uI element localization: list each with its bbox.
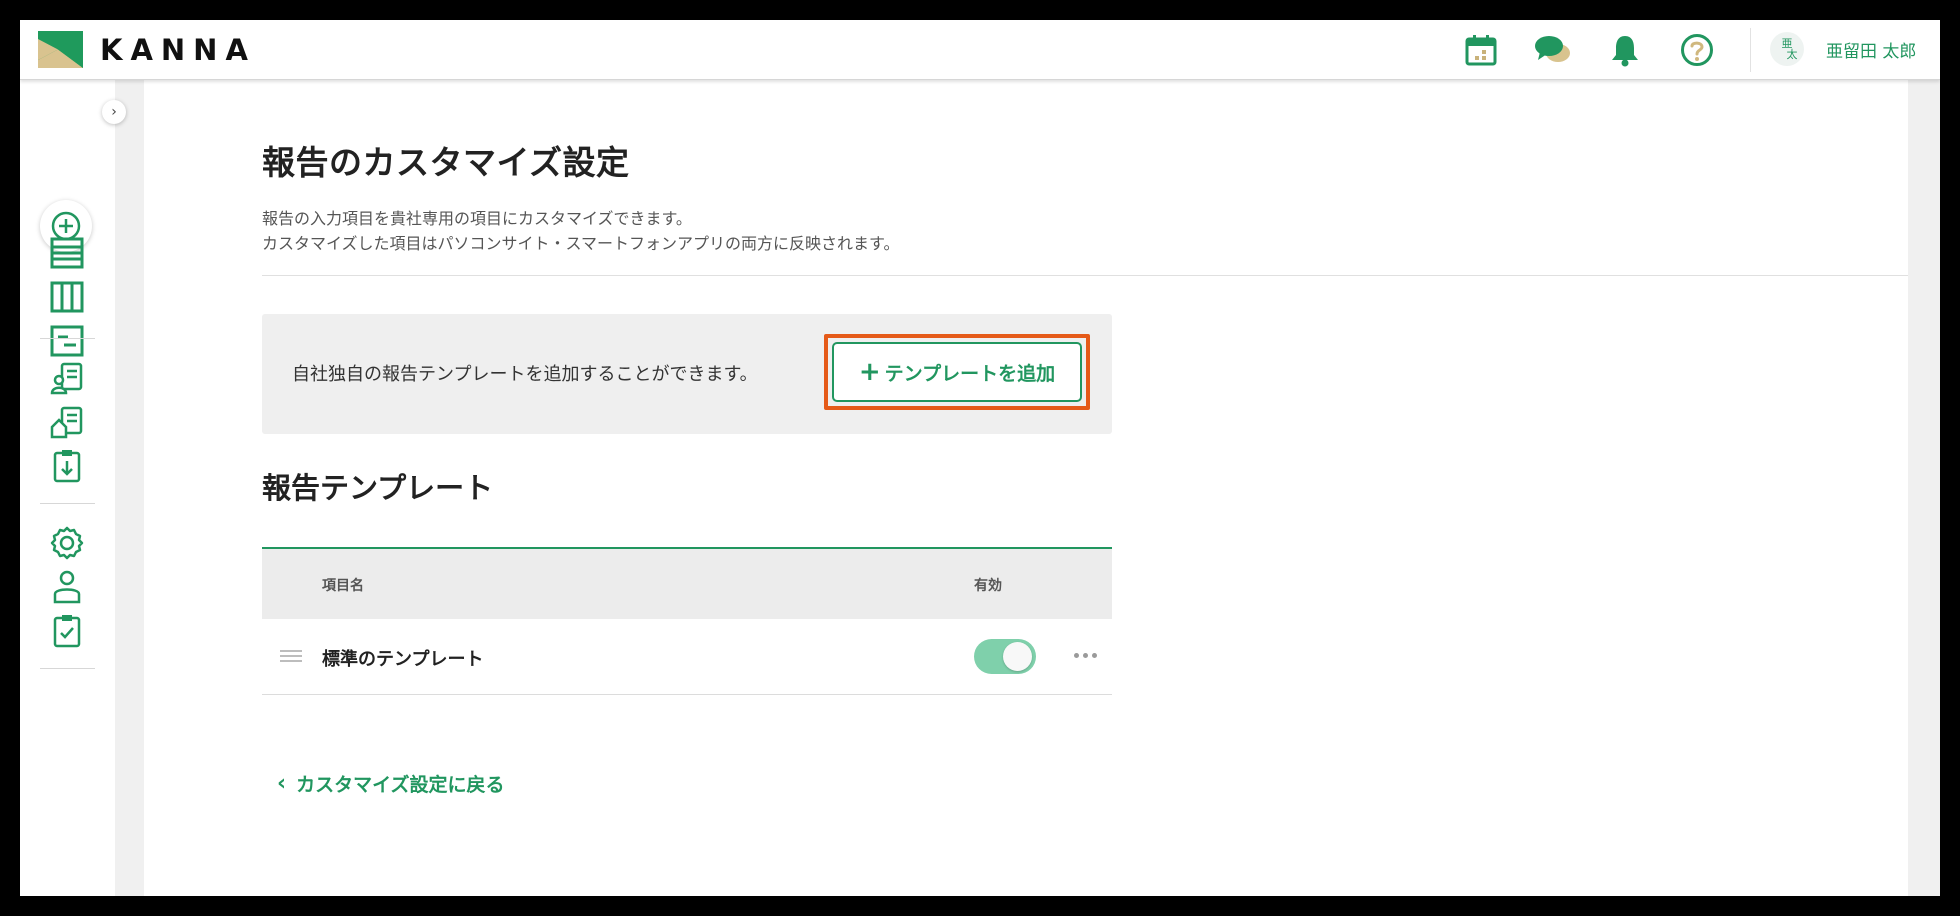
clipboard-check-icon [53, 615, 81, 648]
toggle-knob [1003, 642, 1032, 671]
house-document-icon [50, 406, 83, 439]
sidebar-item-user[interactable] [47, 567, 87, 607]
sidebar-divider [40, 503, 95, 504]
sidebar-item-gantt[interactable] [47, 321, 87, 361]
kanna-logo[interactable]: KANNA [38, 31, 256, 68]
header-divider [1750, 28, 1751, 72]
page-description: 報告の入力項目を貴社専用の項目にカスタマイズできます。 カスタマイズした項目はパ… [262, 206, 899, 256]
app-window: KANNA 亜 太 亜留田 太郎 › 報告のカスタマイズ設定 報告の入力項目を貴… [20, 20, 1940, 896]
help-icon[interactable] [1676, 29, 1718, 71]
clipboard-download-icon [53, 450, 81, 483]
user-name[interactable]: 亜留田 太郎 [1826, 37, 1916, 62]
template-name: 標準のテンプレート [322, 649, 484, 670]
avatar[interactable]: 亜 太 [1770, 32, 1804, 66]
gantt-icon [50, 325, 84, 357]
logo-text: KANNA [100, 32, 256, 67]
sidebar-item-customer[interactable] [47, 358, 87, 398]
plus-icon: + [858, 357, 881, 387]
bell-icon[interactable] [1604, 29, 1646, 71]
column-header-active: 有効 [974, 578, 1002, 594]
chevron-left-icon: ‹ [277, 771, 287, 796]
right-gutter [1908, 80, 1940, 896]
description-line-2: カスタマイズした項目はパソコンサイト・スマートフォンアプリの両方に反映されます。 [262, 234, 900, 253]
sidebar-divider [40, 338, 95, 339]
drag-handle-icon[interactable] [280, 650, 302, 662]
add-template-info: 自社独自の報告テンプレートを追加することができます。 [292, 364, 758, 385]
table-row[interactable]: 標準のテンプレート [262, 619, 1112, 695]
chat-icon[interactable] [1532, 29, 1574, 71]
column-header-name: 項目名 [322, 578, 364, 594]
active-toggle[interactable] [974, 639, 1036, 674]
main-content: 報告のカスタマイズ設定 報告の入力項目を貴社専用の項目にカスタマイズできます。 … [144, 80, 1908, 896]
top-bar: KANNA 亜 太 亜留田 太郎 [20, 20, 1940, 80]
description-line-1: 報告の入力項目を貴社専用の項目にカスタマイズできます。 [262, 209, 692, 228]
logo-mark-icon [38, 31, 83, 68]
sidebar-expand-button[interactable]: › [102, 100, 126, 124]
add-template-label: テンプレートを追加 [884, 362, 1056, 385]
content-gutter [115, 80, 144, 896]
section-divider [262, 275, 1908, 276]
more-options-icon[interactable] [1070, 645, 1100, 665]
sidebar-item-board[interactable] [47, 277, 87, 317]
person-document-icon [50, 362, 83, 395]
calendar-icon[interactable] [1460, 29, 1502, 71]
list-icon [50, 237, 84, 269]
sidebar [20, 80, 116, 896]
gear-icon [50, 526, 84, 560]
add-template-panel: 自社独自の報告テンプレートを追加することができます。 + テンプレートを追加 [262, 314, 1112, 434]
sidebar-item-download[interactable] [47, 446, 87, 486]
back-link[interactable]: ‹ カスタマイズ設定に戻る [277, 770, 505, 797]
sidebar-item-settings[interactable] [47, 523, 87, 563]
sidebar-item-property[interactable] [47, 402, 87, 442]
user-icon [53, 570, 81, 604]
sidebar-item-checklist[interactable] [47, 611, 87, 651]
back-link-label: カスタマイズ設定に戻る [296, 774, 505, 796]
avatar-text-bottom: 太 [1786, 48, 1798, 61]
sidebar-item-list[interactable] [47, 233, 87, 273]
template-section-title: 報告テンプレート [262, 471, 494, 505]
columns-icon [50, 281, 84, 313]
sidebar-divider [40, 668, 95, 669]
chevron-right-icon: › [111, 104, 117, 120]
add-template-button[interactable]: + テンプレートを追加 [832, 342, 1082, 402]
page-title: 報告のカスタマイズ設定 [262, 143, 630, 182]
template-table: 項目名 有効 標準のテンプレート [262, 547, 1112, 695]
table-header: 項目名 有効 [262, 547, 1112, 619]
